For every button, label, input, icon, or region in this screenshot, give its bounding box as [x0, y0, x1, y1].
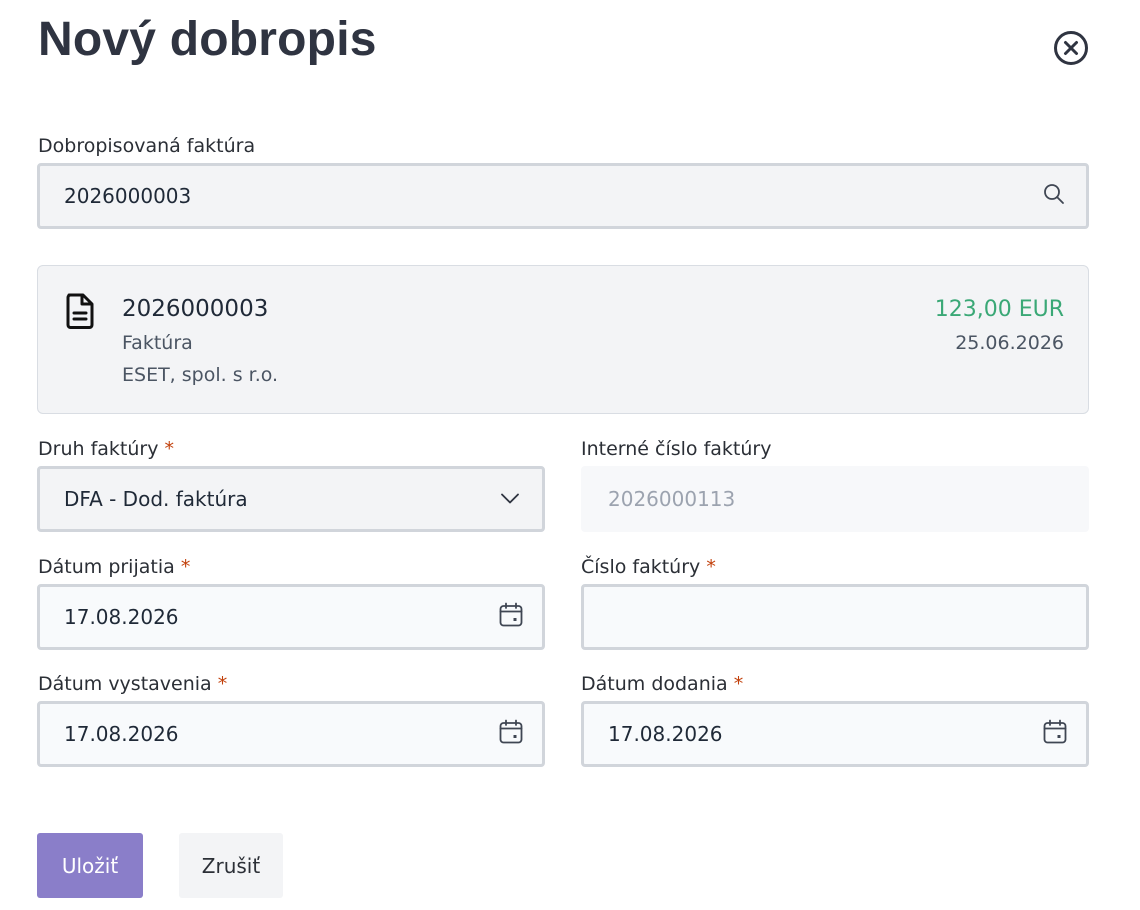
- calendar-icon[interactable]: [498, 719, 524, 749]
- issue-date-value: 17.08.2026: [64, 722, 179, 746]
- document-icon: [65, 293, 95, 333]
- internal-number-label: Interné číslo faktúry: [581, 438, 772, 460]
- calendar-icon[interactable]: [498, 602, 524, 632]
- invoice-search-label: Dobropisovaná faktúra: [38, 135, 256, 157]
- received-date-input[interactable]: 17.08.2026: [37, 584, 545, 650]
- received-date-label: Dátum prijatia *: [38, 556, 191, 578]
- page-title: Nový dobropis: [38, 13, 377, 66]
- issue-date-label: Dátum vystavenia *: [38, 673, 228, 695]
- internal-number-value: 2026000113: [608, 487, 736, 511]
- delivery-date-value: 17.08.2026: [608, 722, 723, 746]
- invoice-search-value: 2026000003: [64, 184, 192, 208]
- invoice-number-label: Číslo faktúry *: [581, 556, 716, 578]
- invoice-kind-label: Druh faktúry *: [38, 438, 174, 460]
- delivery-date-label: Dátum dodania *: [581, 673, 744, 695]
- invoice-search-input[interactable]: 2026000003: [37, 163, 1089, 229]
- calendar-icon[interactable]: [1042, 719, 1068, 749]
- cancel-button[interactable]: Zrušiť: [179, 833, 283, 898]
- close-circle-icon: [1054, 31, 1088, 65]
- save-button[interactable]: Uložiť: [37, 833, 143, 898]
- delivery-date-input[interactable]: 17.08.2026: [581, 701, 1089, 767]
- invoice-card-company: ESET, spol. s r.o.: [122, 364, 279, 386]
- invoice-card-date: 25.06.2026: [955, 332, 1064, 354]
- invoice-number-input[interactable]: [581, 584, 1089, 650]
- search-icon[interactable]: [1042, 182, 1066, 210]
- issue-date-input[interactable]: 17.08.2026: [37, 701, 545, 767]
- invoice-kind-select[interactable]: DFA - Dod. faktúra: [37, 466, 545, 532]
- invoice-kind-value: DFA - Dod. faktúra: [64, 487, 248, 511]
- received-date-value: 17.08.2026: [64, 605, 179, 629]
- invoice-card-amount: 123,00 EUR: [934, 297, 1064, 322]
- invoice-card: 2026000003 Faktúra ESET, spol. s r.o. 12…: [37, 265, 1089, 414]
- chevron-down-icon: [500, 490, 520, 509]
- invoice-card-number: 2026000003: [122, 296, 269, 322]
- invoice-card-type: Faktúra: [122, 332, 193, 354]
- internal-number-field: 2026000113: [581, 466, 1089, 532]
- close-button[interactable]: [1053, 30, 1089, 66]
